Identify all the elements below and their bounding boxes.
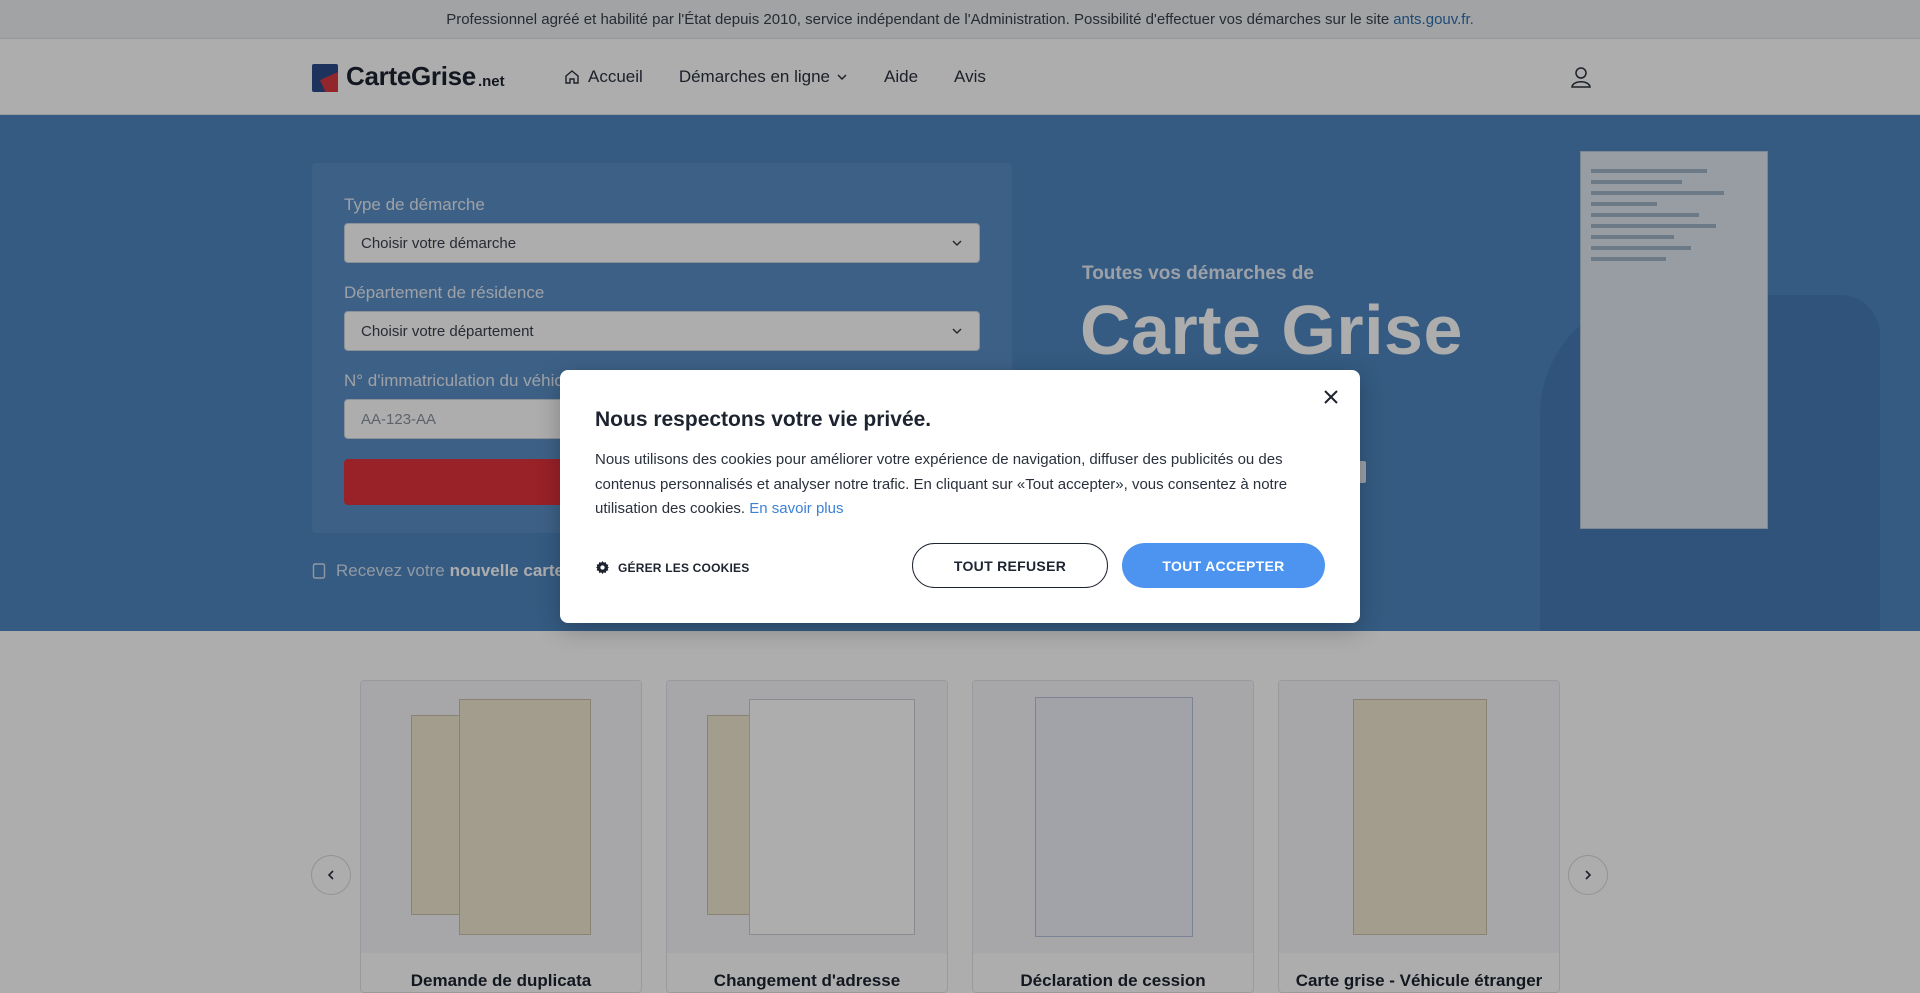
accept-all-button[interactable]: TOUT ACCEPTER	[1122, 543, 1325, 588]
manage-cookies-button[interactable]: GÉRER LES COOKIES	[595, 560, 749, 575]
learn-more-link[interactable]: En savoir plus	[749, 500, 843, 517]
manage-cookies-label: GÉRER LES COOKIES	[618, 560, 750, 575]
cookie-body: Nous utilisons des cookies pour améliore…	[595, 448, 1315, 522]
close-icon	[1324, 390, 1338, 404]
refuse-all-button[interactable]: TOUT REFUSER	[912, 543, 1108, 588]
cookie-title: Nous respectons votre vie privée.	[595, 408, 932, 431]
cookie-body-text: Nous utilisons des cookies pour améliore…	[595, 451, 1288, 517]
gear-icon	[595, 560, 610, 575]
cookie-consent-dialog: Nous respectons votre vie privée. Nous u…	[560, 370, 1360, 623]
close-button[interactable]	[1318, 384, 1344, 410]
